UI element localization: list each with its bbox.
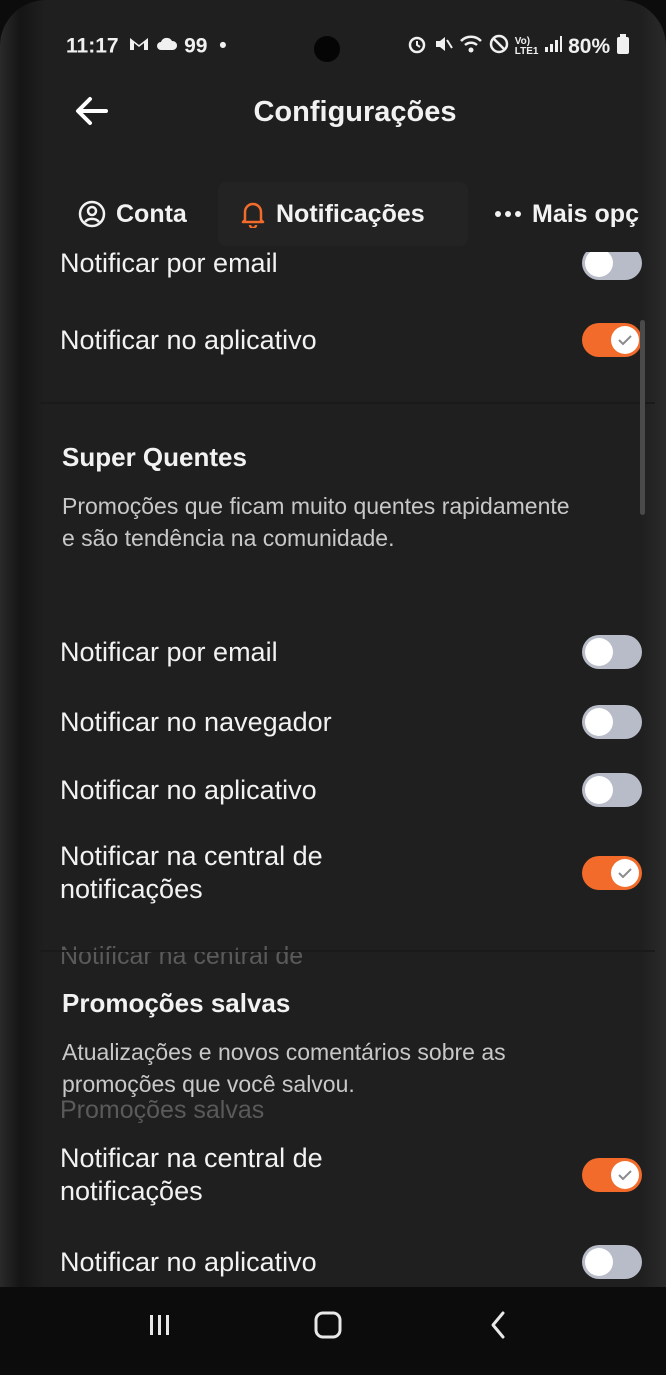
signal-icon	[544, 35, 568, 58]
section-desc-promocoes-salvas: Atualizações e novos comentários sobre a…	[62, 1039, 506, 1097]
row-label: Notificar no navegador	[60, 706, 332, 737]
toggle-switch[interactable]	[582, 252, 642, 280]
wifi-icon	[459, 35, 489, 59]
tab-mais-opcoes[interactable]: Mais opç	[494, 182, 639, 246]
toggle-switch[interactable]	[582, 635, 642, 669]
back-icon	[488, 1310, 508, 1345]
row-label: Notificar no aplicativo	[60, 774, 317, 805]
toggle-row-aplicativo[interactable]: Notificar no aplicativo	[60, 768, 650, 812]
toggle-switch[interactable]	[582, 773, 642, 807]
arrow-left-icon	[74, 96, 108, 131]
toggle-switch[interactable]	[582, 856, 642, 890]
home-button[interactable]	[306, 1305, 350, 1349]
check-icon	[618, 1170, 632, 1181]
settings-list[interactable]: Notificar por email Notificar no aplicat…	[40, 252, 655, 1287]
system-nav-bar	[0, 1287, 666, 1375]
toggle-switch[interactable]	[582, 323, 642, 357]
toggle-switch[interactable]	[582, 1245, 642, 1279]
cloud-icon	[156, 34, 184, 57]
toggle-row-central-salvas[interactable]: Notificar na central de notificações	[60, 1140, 650, 1210]
check-icon	[618, 868, 632, 879]
ghost-text: Notificar na central de	[60, 942, 304, 970]
toggle-row-aplicativo-salvas[interactable]: Notificar no aplicativo	[60, 1240, 650, 1284]
system-back-button[interactable]	[476, 1305, 520, 1349]
alarm-icon	[407, 36, 433, 59]
bell-icon	[240, 200, 266, 228]
toggle-row-navegador[interactable]: Notificar no navegador	[60, 700, 650, 744]
phone-frame: 11:17 99 • Vo) LTE1 80% Configurações Co…	[0, 0, 666, 1375]
more-dots-icon	[494, 209, 522, 219]
toggle-knob	[585, 1248, 613, 1276]
battery-percent: 80%	[568, 35, 611, 58]
page-title: Configurações	[253, 96, 457, 128]
row-label: Notificar na central de notificações	[60, 1143, 323, 1206]
row-label: Notificar no aplicativo	[60, 324, 317, 355]
ghost-text: Promoções salvas	[60, 1096, 265, 1124]
toggle-knob	[611, 859, 639, 887]
status-left: 11:17 99 •	[66, 34, 227, 58]
section-divider	[40, 402, 655, 404]
status-right: Vo) LTE1 80%	[407, 34, 630, 60]
recents-button[interactable]	[138, 1305, 182, 1349]
row-label: Notificar na central de notificações	[60, 841, 323, 904]
tab-notificacoes-label: Notificações	[276, 199, 425, 228]
row-label: Notificar no aplicativo	[60, 1246, 317, 1277]
toggle-switch[interactable]	[582, 705, 642, 739]
toggle-knob	[585, 776, 613, 804]
section-title-promocoes-salvas: Promoções salvas	[62, 988, 291, 1018]
home-icon	[313, 1310, 343, 1345]
back-button[interactable]	[66, 86, 116, 140]
toggle-knob	[585, 638, 613, 666]
section-desc-super-quentes: Promoções que ficam muito quentes rapida…	[62, 493, 570, 551]
toggle-row-email[interactable]: Notificar por email	[60, 630, 650, 674]
do-not-disturb-icon	[489, 34, 515, 59]
notification-count-99: 99	[184, 34, 208, 58]
volte-badge: Vo) LTE1	[514, 36, 539, 57]
check-icon	[618, 335, 632, 346]
battery-icon	[616, 34, 630, 59]
tab-mais-opcoes-label: Mais opç	[532, 199, 639, 228]
scrollbar[interactable]	[640, 320, 645, 515]
toggle-row-app-top[interactable]: Notificar no aplicativo	[60, 320, 650, 360]
status-bar: 11:17 99 • Vo) LTE1 80%	[66, 34, 648, 66]
mute-icon	[433, 36, 459, 59]
dot-icon: •	[219, 34, 227, 58]
toggle-knob	[585, 708, 613, 736]
tab-notificacoes[interactable]: Notificações	[218, 182, 468, 246]
user-circle-icon	[78, 200, 106, 228]
status-time: 11:17	[66, 34, 119, 58]
row-label: Notificar por email	[60, 636, 278, 667]
section-title-super-quentes: Super Quentes	[62, 442, 247, 472]
tab-conta[interactable]: Conta	[78, 182, 187, 246]
toggle-row-central[interactable]: Notificar na central de notificações	[60, 838, 650, 908]
toggle-knob	[585, 252, 613, 277]
toggle-switch[interactable]	[582, 1158, 642, 1192]
recents-icon	[147, 1311, 173, 1344]
gmail-icon	[128, 34, 156, 57]
toggle-knob	[611, 1161, 639, 1189]
tab-bar: Conta Notificações Mais opç	[66, 182, 666, 246]
row-label: Notificar por email	[60, 252, 278, 278]
toggle-row-email-partial[interactable]: Notificar por email	[60, 252, 650, 280]
toggle-knob	[611, 326, 639, 354]
section-divider	[40, 950, 655, 952]
tab-conta-label: Conta	[116, 199, 187, 228]
